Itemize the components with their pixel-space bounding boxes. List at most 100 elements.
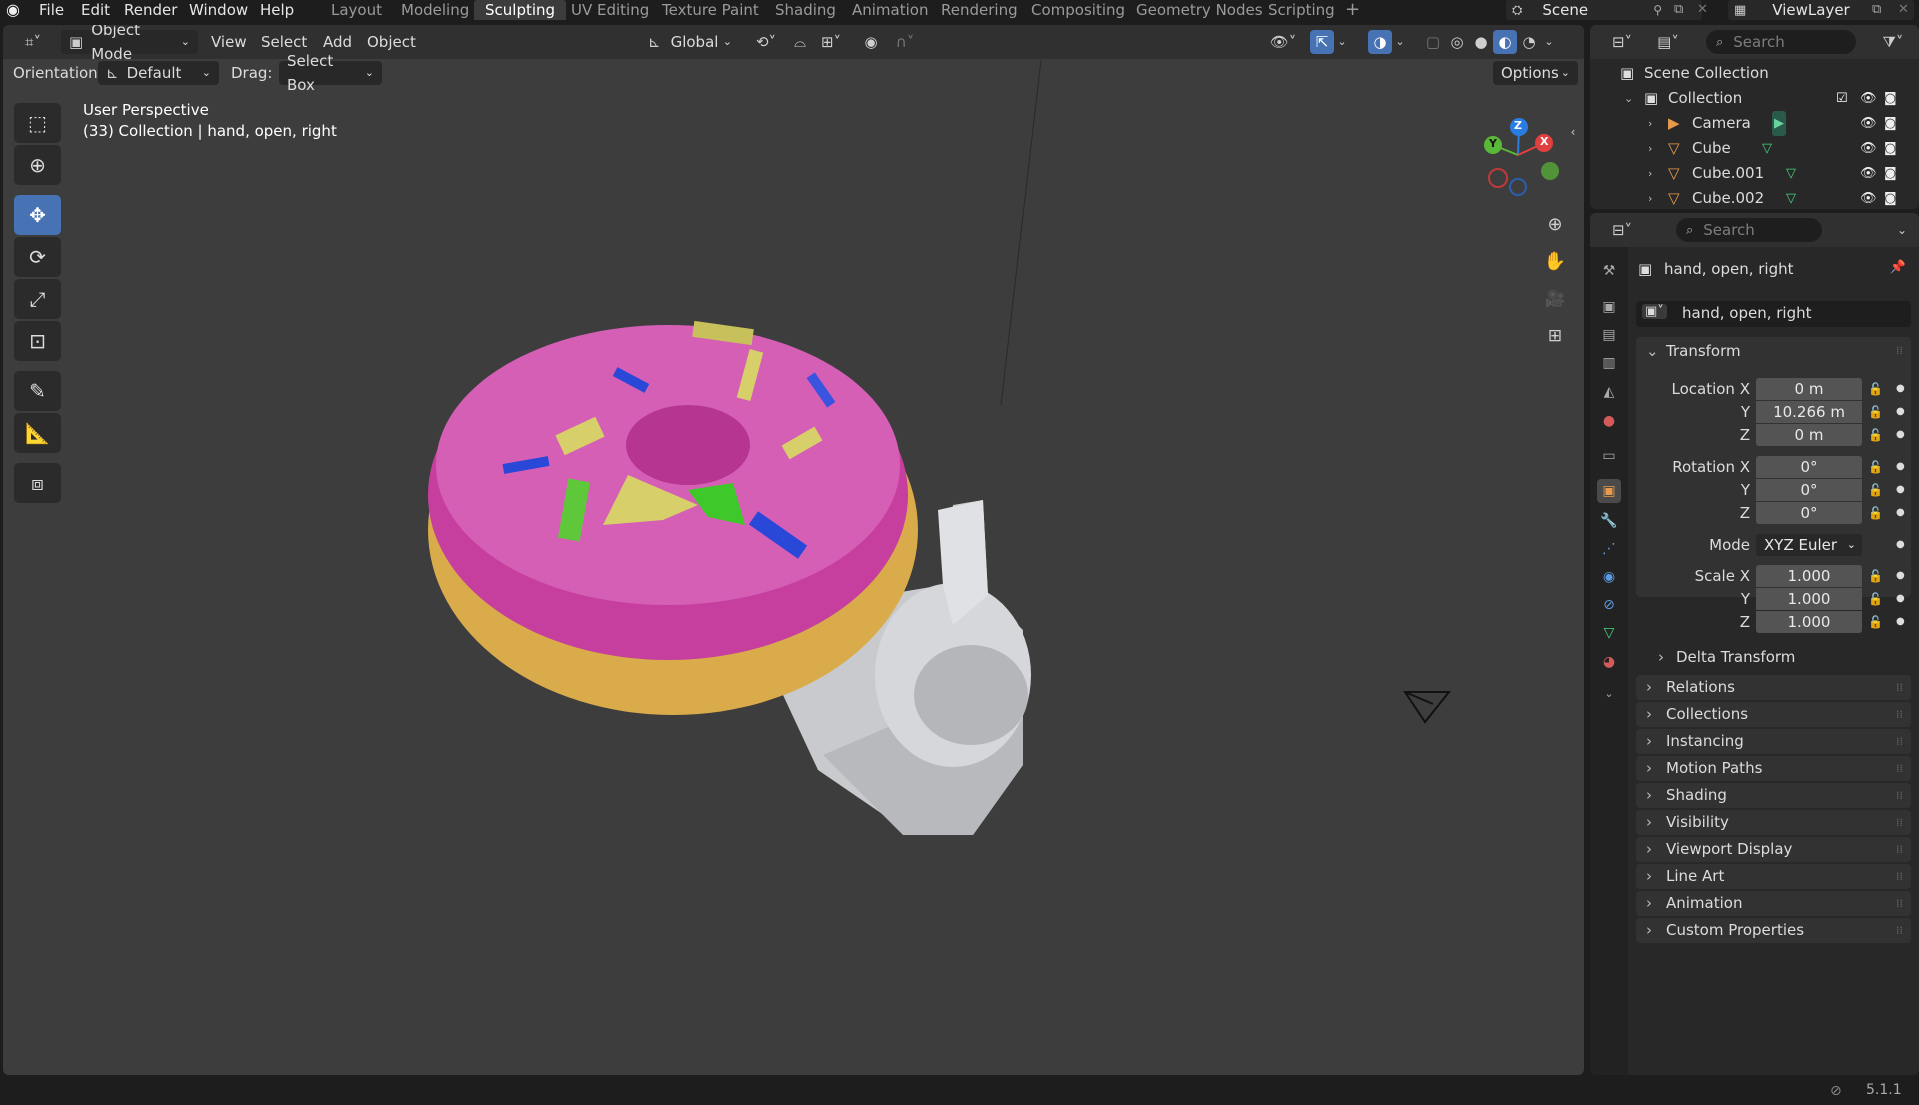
keyframe-dot-icon[interactable]: ● [1896,588,1905,610]
tab-modeling[interactable]: Modeling [401,0,469,20]
transform-panel-header[interactable]: ⌄ Transform ⁞⁞ [1636,337,1911,365]
object-type-dropdown-icon[interactable]: ▣˅ [1642,304,1667,319]
menu-render[interactable]: Render [124,0,177,20]
delete-view-layer-icon[interactable]: ✕ [1898,0,1916,20]
object-data-tab-icon[interactable]: ▽ [1597,621,1621,645]
drag-grip-icon[interactable]: ⁞⁞ [1896,702,1903,727]
camera-data-icon[interactable]: ▶ [1772,111,1786,136]
panel-8-header[interactable]: › Animation ⁞⁞ [1636,891,1911,916]
eye-icon[interactable]: 👁 [1860,186,1877,209]
camera-object-icon[interactable] [1403,688,1453,728]
cursor-tool[interactable]: ⊕ [14,145,61,185]
material-preview-shading-icon[interactable]: ◐ [1493,30,1517,54]
render-camera-icon[interactable]: ◙ [1884,161,1897,186]
render-camera-icon[interactable]: ◙ [1884,111,1897,136]
mesh-data-icon[interactable]: ▽ [1786,186,1796,209]
drag-grip-icon[interactable]: ⁞⁞ [1896,891,1903,916]
menu-file[interactable]: File [39,0,64,20]
transform-orientation-selector[interactable]: ⊾ Global ⌄ [640,30,740,54]
constraints-tab-icon[interactable]: ⊘ [1597,593,1621,617]
drag-grip-icon[interactable]: ⁞⁞ [1896,918,1903,943]
panel-7-header[interactable]: › Line Art ⁞⁞ [1636,864,1911,889]
keyframe-dot-icon[interactable]: ● [1896,565,1905,587]
overlays-toggle-icon[interactable]: ◑ [1368,30,1392,54]
rotation-mode-dropdown[interactable]: XYZ Euler ⌄ [1756,534,1862,556]
drag-grip-icon[interactable]: ⁞⁞ [1896,837,1903,862]
lock-icon[interactable]: 🔓 [1868,456,1883,478]
menu-window[interactable]: Window [189,0,248,20]
object-tab-icon[interactable]: ▣ [1597,479,1621,503]
tab-uv-editing[interactable]: UV Editing [571,0,649,20]
panel-9-header[interactable]: › Custom Properties ⁞⁞ [1636,918,1911,943]
tab-shading[interactable]: Shading [775,0,836,20]
move-tool[interactable]: ✥ [14,195,61,235]
eye-icon[interactable]: 👁 [1860,111,1877,136]
measure-tool[interactable]: 📐 [14,413,61,453]
filter-icon[interactable]: ⧩˅ [1875,30,1911,54]
drag-grip-icon[interactable]: ⁞⁞ [1896,729,1903,754]
snap-target-icon[interactable]: ⊞˅ [813,30,849,54]
keyframe-dot-icon[interactable]: ● [1896,479,1905,501]
drag-grip-icon[interactable]: ⁞⁞ [1896,810,1903,835]
collection-tab-icon[interactable]: ▭ [1597,444,1621,468]
new-view-layer-icon[interactable]: ⧉ [1872,0,1890,20]
tab-compositing[interactable]: Compositing [1031,0,1125,20]
keyframe-dot-icon[interactable]: ● [1896,611,1905,633]
menu-object[interactable]: Object [367,30,416,54]
panel-2-header[interactable]: › Instancing ⁞⁞ [1636,729,1911,754]
add-workspace-button[interactable]: + [1345,0,1360,20]
keyframe-dot-icon[interactable]: ● [1896,502,1905,524]
render-camera-icon[interactable]: ◙ [1884,86,1897,111]
lock-icon[interactable]: 🔓 [1868,502,1883,524]
tab-layout[interactable]: Layout [331,0,382,20]
modifiers-tab-icon[interactable]: 🔧 [1597,509,1621,533]
tab-rendering[interactable]: Rendering [941,0,1018,20]
more-tabs-chevron-icon[interactable]: ⌄ [1597,682,1621,706]
menu-help[interactable]: Help [260,0,294,20]
drag-grip-icon[interactable]: ⁞⁞ [1896,675,1903,700]
panel-3-header[interactable]: › Motion Paths ⁞⁞ [1636,756,1911,781]
gizmo-dropdown-icon[interactable]: ⌄ [1334,30,1350,54]
scale-tool[interactable]: ⤢ [14,279,61,319]
delta-transform-subpanel[interactable]: › Delta Transform [1650,646,1910,668]
lock-icon[interactable]: 🔓 [1868,424,1883,446]
new-scene-icon[interactable]: ⧉ [1674,0,1692,20]
scene-selector[interactable]: ⛭ Scene ⚲ [1506,0,1702,20]
add-cube-tool[interactable]: ⧈ [14,463,61,503]
panel-1-header[interactable]: › Collections ⁞⁞ [1636,702,1911,727]
render-camera-icon[interactable]: ◙ [1884,186,1897,209]
keyframe-dot-icon[interactable]: ● [1896,424,1905,446]
particles-tab-icon[interactable]: ⋰ [1597,537,1621,561]
drag-grip-icon[interactable]: ⁞⁞ [1896,783,1903,808]
keyframe-dot-icon[interactable]: ● [1896,378,1905,400]
shading-dropdown-icon[interactable]: ⌄ [1541,30,1557,54]
expand-chevron-icon[interactable]: › [1648,136,1652,161]
properties-search-field[interactable]: ⌕ Search [1676,218,1822,242]
delete-scene-icon[interactable]: ✕ [1697,0,1715,20]
scale-y-field[interactable]: 1.000 [1756,588,1862,610]
outliner-search-field[interactable]: ⌕ Search [1706,30,1856,54]
eye-icon[interactable]: 👁 [1860,161,1877,186]
gizmo-toggle-icon[interactable]: ⇱ [1310,30,1334,54]
panel-0-header[interactable]: › Relations ⁞⁞ [1636,675,1911,700]
orientation-selector[interactable]: ⊾ Default ⌄ [98,61,219,85]
panel-5-header[interactable]: › Visibility ⁞⁞ [1636,810,1911,835]
snap-icon[interactable]: ⌓ [788,30,812,54]
tab-texture-paint[interactable]: Texture Paint [662,0,759,20]
lock-icon[interactable]: 🔓 [1868,401,1883,423]
outliner-item-cube-002[interactable]: › ▽ Cube.002 ▽ 👁 ◙ [1590,186,1919,209]
tab-sculpting[interactable]: Sculpting [474,0,567,20]
wireframe-shading-icon[interactable]: ◎ [1445,30,1469,54]
proportional-editing-icon[interactable]: ◉ [859,30,883,54]
navigation-gizmo[interactable]: Z X Y [1473,110,1563,200]
outliner-item-cube-001[interactable]: › ▽ Cube.001 ▽ 👁 ◙ [1590,161,1919,186]
tab-geometry-nodes[interactable]: Geometry Nodes [1136,0,1263,20]
location-y-field[interactable]: 10.266 m [1756,401,1862,423]
checkbox-icon[interactable]: ☑ [1836,86,1848,111]
camera-view-icon[interactable]: 🎥 [1543,287,1567,311]
overlays-dropdown-icon[interactable]: ⌄ [1392,30,1408,54]
lock-icon[interactable]: 🔓 [1868,588,1883,610]
donut-mesh[interactable] [428,320,918,715]
eye-icon[interactable]: 👁 [1860,86,1877,111]
keyframe-dot-icon[interactable]: ● [1896,456,1905,478]
